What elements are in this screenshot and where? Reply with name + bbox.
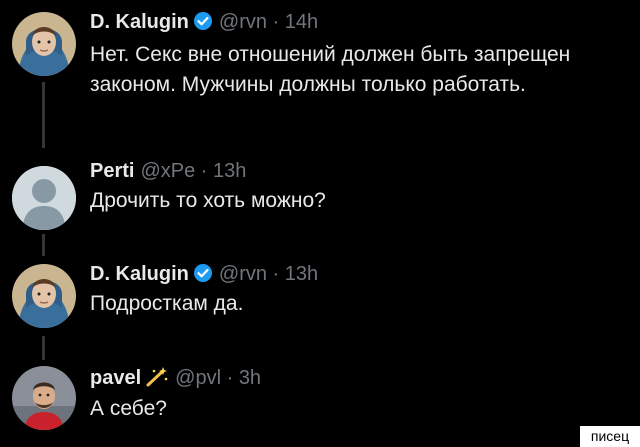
tweet-text: Дрочить то хоть можно? [90,189,326,212]
verified-badge-icon [193,11,213,37]
tweet-text: А себе? [90,397,167,420]
author-handle[interactable]: @rvn [219,263,267,285]
author-name[interactable]: Perti [90,160,134,182]
tweet-text: Подросткам да. [90,292,244,315]
tweet[interactable]: pavel @pvl · 3h А себе? [0,356,640,447]
tweet-time[interactable]: 13h [285,263,318,285]
avatar[interactable] [12,166,76,230]
author-name[interactable]: D. Kalugin [90,11,189,33]
watermark: писец [580,426,640,447]
tweet[interactable]: D. Kalugin @rvn · 13h Подросткам да. [0,252,640,356]
verified-badge-icon [193,263,213,289]
user-photo-icon [12,366,76,430]
author-handle[interactable]: @xPe [140,160,195,182]
tweet-text: Нет. Секс вне отношений должен быть запр… [90,43,571,96]
tweet-time[interactable]: 3h [239,367,261,389]
avatar[interactable] [12,12,76,76]
sparkles-emoji-icon [145,365,169,393]
avatar[interactable] [12,366,76,430]
author-handle[interactable]: @rvn [219,11,267,33]
user-photo-hooded-icon [12,264,76,328]
author-name[interactable]: pavel [90,367,141,389]
tweet-time[interactable]: 14h [285,11,318,33]
default-profile-icon [12,166,76,230]
author-name[interactable]: D. Kalugin [90,263,189,285]
avatar[interactable] [12,264,76,328]
tweet[interactable]: Perti @xPe · 13h Дрочить то хоть можно? [0,150,640,250]
tweet-time[interactable]: 13h [213,160,246,182]
tweet[interactable]: D. Kalugin @rvn · 14h Нет. Секс вне отнош… [0,0,640,150]
user-photo-hooded-icon [12,12,76,76]
author-handle[interactable]: @pvl [175,367,221,389]
